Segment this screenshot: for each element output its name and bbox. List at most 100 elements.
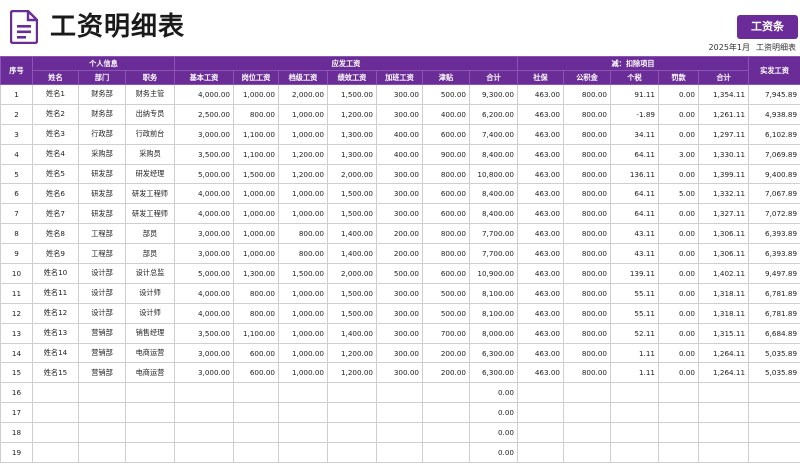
table-cell[interactable]: 300.00 xyxy=(376,183,423,205)
table-cell[interactable]: 463.00 xyxy=(517,123,564,145)
table-cell[interactable]: 姓名1 xyxy=(32,84,79,105)
table-cell[interactable] xyxy=(278,382,328,404)
table-cell[interactable]: 800.00 xyxy=(563,183,611,205)
table-cell[interactable] xyxy=(422,422,470,444)
table-cell[interactable]: 1,402.11 xyxy=(697,263,750,284)
table-cell[interactable]: 部员 xyxy=(125,243,175,265)
table-cell[interactable] xyxy=(233,382,279,404)
table-cell[interactable]: 销售经理 xyxy=(125,322,175,344)
table-cell[interactable]: 1,200.00 xyxy=(327,103,377,125)
table-cell[interactable]: 600.00 xyxy=(422,203,470,225)
table-cell[interactable]: 姓名11 xyxy=(32,282,79,304)
table-cell[interactable]: 136.11 xyxy=(610,163,659,185)
table-cell[interactable]: 5.00 xyxy=(658,183,699,205)
table-cell[interactable]: 3,000.00 xyxy=(174,342,234,364)
table-cell[interactable]: 800.00 xyxy=(563,103,611,125)
table-cell[interactable]: 0.00 xyxy=(658,342,699,364)
table-cell[interactable] xyxy=(697,382,750,404)
table-cell[interactable]: 14 xyxy=(0,342,33,364)
table-cell[interactable]: 设计总监 xyxy=(125,263,175,284)
table-cell[interactable]: 采购部 xyxy=(78,143,126,165)
table-cell[interactable]: 5,000.00 xyxy=(174,263,234,284)
table-cell[interactable]: 64.11 xyxy=(610,183,659,205)
table-cell[interactable]: 500.00 xyxy=(422,302,470,324)
table-cell[interactable]: 1,000.00 xyxy=(278,282,328,304)
table-cell[interactable]: 64.11 xyxy=(610,203,659,225)
table-cell[interactable]: 0.00 xyxy=(658,302,699,324)
table-cell[interactable]: 463.00 xyxy=(517,84,564,105)
table-cell[interactable]: 6,393.89 xyxy=(748,223,800,245)
table-cell[interactable] xyxy=(610,422,659,444)
table-cell[interactable]: 9,300.00 xyxy=(469,84,518,105)
table-cell[interactable]: 工程部 xyxy=(78,243,126,265)
table-cell[interactable]: 600.00 xyxy=(422,123,470,145)
table-cell[interactable]: 1,200.00 xyxy=(327,342,377,364)
table-cell[interactable]: 700.00 xyxy=(422,322,470,344)
table-cell[interactable]: 800.00 xyxy=(563,282,611,304)
table-cell[interactable]: -1.89 xyxy=(610,103,659,125)
table-cell[interactable] xyxy=(174,402,234,424)
table-cell[interactable]: 营销部 xyxy=(78,362,126,384)
table-cell[interactable]: 0.00 xyxy=(469,442,518,463)
table-cell[interactable] xyxy=(78,382,126,404)
table-cell[interactable]: 463.00 xyxy=(517,143,564,165)
table-cell[interactable]: 设计部 xyxy=(78,263,126,284)
table-cell[interactable]: 800.00 xyxy=(422,223,470,245)
table-cell[interactable]: 姓名9 xyxy=(32,243,79,265)
table-cell[interactable]: 3,000.00 xyxy=(174,223,234,245)
table-cell[interactable]: 800.00 xyxy=(563,302,611,324)
table-cell[interactable]: 500.00 xyxy=(376,263,423,284)
table-cell[interactable]: 财务主管 xyxy=(125,84,175,105)
table-cell[interactable]: 800.00 xyxy=(233,103,279,125)
table-cell[interactable]: 800.00 xyxy=(278,243,328,265)
table-cell[interactable]: 研发部 xyxy=(78,163,126,185)
table-cell[interactable]: 1,318.11 xyxy=(697,282,750,304)
table-cell[interactable]: 研发经理 xyxy=(125,163,175,185)
table-cell[interactable]: 34.11 xyxy=(610,123,659,145)
table-cell[interactable]: 4,000.00 xyxy=(174,203,234,225)
table-cell[interactable] xyxy=(422,402,470,424)
table-cell[interactable]: 800.00 xyxy=(233,302,279,324)
table-cell[interactable] xyxy=(125,402,175,424)
table-cell[interactable]: 463.00 xyxy=(517,163,564,185)
table-cell[interactable] xyxy=(376,442,423,463)
table-cell[interactable]: 1,000.00 xyxy=(233,223,279,245)
table-cell[interactable]: 姓名8 xyxy=(32,223,79,245)
table-cell[interactable]: 600.00 xyxy=(422,263,470,284)
table-cell[interactable] xyxy=(233,422,279,444)
table-cell[interactable] xyxy=(563,402,611,424)
table-cell[interactable]: 43.11 xyxy=(610,243,659,265)
table-cell[interactable]: 16 xyxy=(0,382,33,404)
table-cell[interactable]: 300.00 xyxy=(376,342,423,364)
table-cell[interactable]: 800.00 xyxy=(233,282,279,304)
table-cell[interactable]: 财务部 xyxy=(78,103,126,125)
table-cell[interactable]: 姓名4 xyxy=(32,143,79,165)
table-cell[interactable]: 姓名13 xyxy=(32,322,79,344)
table-cell[interactable]: 1,300.00 xyxy=(327,143,377,165)
table-cell[interactable]: 200.00 xyxy=(376,243,423,265)
table-cell[interactable]: 7,945.89 xyxy=(748,84,800,105)
table-cell[interactable]: 9,400.89 xyxy=(748,163,800,185)
table-cell[interactable]: 8,400.00 xyxy=(469,203,518,225)
table-cell[interactable]: 1,000.00 xyxy=(233,183,279,205)
table-cell[interactable]: 1,000.00 xyxy=(278,203,328,225)
table-cell[interactable]: 研发部 xyxy=(78,183,126,205)
table-cell[interactable]: 463.00 xyxy=(517,203,564,225)
table-cell[interactable]: 1,332.11 xyxy=(697,183,750,205)
table-cell[interactable] xyxy=(32,402,79,424)
table-cell[interactable] xyxy=(78,422,126,444)
table-cell[interactable]: 5 xyxy=(0,163,33,185)
table-cell[interactable] xyxy=(327,402,377,424)
table-cell[interactable]: 300.00 xyxy=(376,103,423,125)
table-cell[interactable]: 463.00 xyxy=(517,282,564,304)
table-cell[interactable]: 1,500.00 xyxy=(327,302,377,324)
table-cell[interactable]: 0.00 xyxy=(658,223,699,245)
table-cell[interactable]: 600.00 xyxy=(233,362,279,384)
table-cell[interactable]: 6,300.00 xyxy=(469,362,518,384)
table-cell[interactable]: 900.00 xyxy=(422,143,470,165)
table-cell[interactable] xyxy=(748,442,800,463)
table-cell[interactable]: 6,393.89 xyxy=(748,243,800,265)
table-cell[interactable]: 采购员 xyxy=(125,143,175,165)
table-cell[interactable]: 400.00 xyxy=(422,103,470,125)
table-cell[interactable]: 姓名3 xyxy=(32,123,79,145)
